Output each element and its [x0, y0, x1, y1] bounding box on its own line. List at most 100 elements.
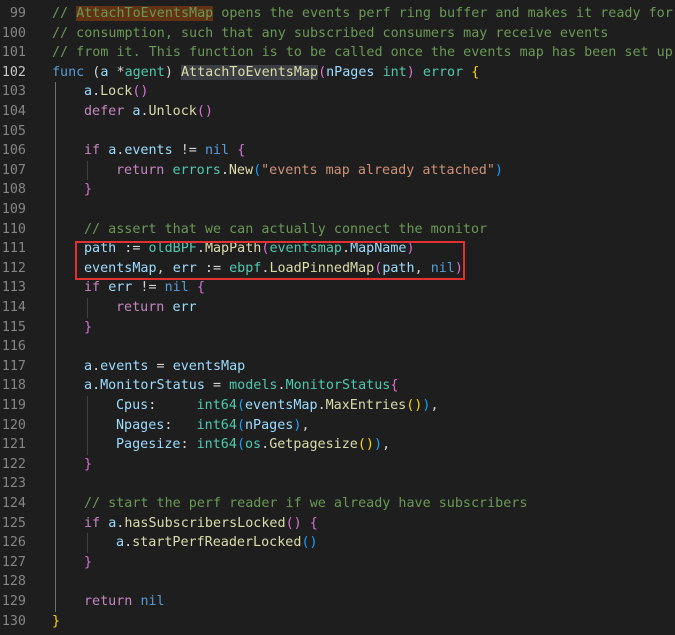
code-token: , — [382, 437, 391, 453]
code-token: } — [84, 182, 93, 198]
code-text: // from it. This function is to be calle… — [52, 43, 675, 63]
line-number: 113 — [1, 280, 26, 296]
code-token: Npages — [116, 417, 165, 433]
code-line[interactable]: 113 if err != nil { — [0, 278, 675, 298]
code-text: return errors.New("events map already at… — [116, 161, 503, 181]
code-line[interactable]: 123 — [0, 474, 675, 494]
line-number: 123 — [1, 476, 26, 492]
code-line[interactable]: 111 path := oldBPF.MapPath(eventsmap.MapN… — [0, 239, 675, 259]
line-number: 122 — [1, 456, 26, 472]
code-line[interactable]: 108} — [0, 180, 675, 200]
code-line[interactable]: 117 a.events = eventsMap — [0, 357, 675, 377]
code-token: () — [196, 104, 213, 119]
line-number: 107 — [1, 162, 26, 178]
code-token: ( — [84, 64, 101, 80]
code-line[interactable]: 101 // from it. This function is to be ca… — [0, 43, 675, 63]
code-line[interactable]: 109 — [0, 200, 675, 220]
code-token: } — [52, 613, 61, 629]
code-token: . — [277, 378, 286, 394]
code-token: if — [84, 143, 101, 159]
code-token: MonitorStatus — [100, 378, 205, 394]
code-token: ) — [406, 64, 423, 80]
line-number: 108 — [1, 182, 26, 198]
line-number: 129 — [1, 594, 26, 609]
code-text: if a.hasSubscribersLocked() { — [84, 514, 318, 534]
code-line[interactable]: 102 func (a *agent) AttachToEventsMap(nPa… — [0, 63, 675, 83]
code-line[interactable]: 116 — [0, 337, 675, 357]
code-token: MapPath — [204, 241, 262, 257]
code-token: ( — [236, 417, 245, 433]
code-token: () — [301, 535, 318, 551]
line-number: 111 — [1, 241, 26, 257]
code-line[interactable]: 103 a.Lock() — [0, 82, 675, 102]
code-token: } — [84, 319, 93, 335]
code-token: := — [196, 260, 230, 276]
line-number: 117 — [1, 358, 26, 374]
code-line[interactable]: 115} — [0, 318, 675, 338]
code-line[interactable]: 119 Cpus: int64(eventsMap.MaxEntries()), — [0, 396, 675, 416]
code-line[interactable]: 121 Pagesize: int64(os.Getpagesize()), — [0, 435, 675, 455]
code-token: Lock — [100, 84, 133, 100]
code-line[interactable]: 110 // assert that we can actually connec… — [0, 220, 675, 240]
code-token: startPerfReaderLocked — [132, 535, 302, 551]
code-text: Pagesize: int64(os.Getpagesize()), — [116, 435, 390, 455]
code-token: ebpf — [229, 260, 262, 276]
code-token: () — [357, 437, 374, 453]
code-token: events — [124, 143, 173, 159]
code-token: ( — [253, 162, 262, 178]
code-line[interactable]: 122} — [0, 455, 675, 475]
code-line[interactable]: 125 if a.hasSubscribersLocked() { — [0, 514, 675, 534]
code-line[interactable]: 105 — [0, 122, 675, 142]
code-line[interactable]: 128 — [0, 572, 675, 592]
line-number: 99 — [9, 6, 26, 21]
code-token: a — [84, 378, 93, 394]
code-token: // — [52, 6, 77, 21]
code-token: () — [132, 84, 149, 100]
line-number: 126 — [1, 535, 26, 551]
code-text: func (a *agent) AttachToEventsMap(nPages… — [52, 63, 479, 83]
code-line[interactable]: 112 eventsMap, err := ebpf.LoadPinnedMap(… — [0, 259, 675, 279]
code-token: error — [422, 64, 464, 80]
code-text: Npages: int64(nPages), — [116, 416, 310, 436]
code-token: . — [220, 162, 229, 178]
code-text: return err — [116, 298, 197, 318]
code-token: . — [124, 535, 133, 551]
code-token: . — [317, 398, 326, 413]
code-line[interactable]: 100 // consumption, such that any subscri… — [0, 24, 675, 44]
code-line[interactable]: 107 return errors.New("events map already… — [0, 161, 675, 181]
code-editor[interactable]: 99 // AttachToEventsMap opens the events … — [0, 0, 675, 635]
code-token: int64 — [196, 398, 237, 413]
code-token: models — [229, 378, 278, 394]
code-token: err — [108, 280, 133, 296]
code-line[interactable]: 120 Npages: int64(nPages), — [0, 416, 675, 436]
code-token: != — [172, 143, 205, 159]
code-token: // start the perf reader if we already h… — [84, 496, 528, 511]
code-token: a — [84, 84, 93, 100]
code-text: if err != nil { — [84, 278, 205, 298]
code-line[interactable]: 104 defer a.Unlock() — [0, 102, 675, 122]
code-line[interactable]: 126 a.startPerfReaderLocked() — [0, 533, 675, 553]
code-line[interactable]: 114 return err — [0, 298, 675, 318]
code-token: eventsMap — [245, 398, 318, 413]
code-token: . — [342, 241, 351, 257]
code-token: ( — [236, 437, 245, 453]
code-line[interactable]: 124 // start the perf reader if we alread… — [0, 494, 675, 514]
code-line[interactable]: 129 return nil — [0, 592, 675, 612]
code-token: errors — [172, 162, 221, 178]
code-line[interactable]: 127} — [0, 553, 675, 573]
code-token: AttachToEventsMap — [76, 6, 214, 21]
line-number: 104 — [1, 104, 26, 119]
code-token: oldBPF — [148, 241, 197, 257]
code-line[interactable]: 99 // AttachToEventsMap opens the events … — [0, 4, 675, 24]
code-token: () — [285, 515, 302, 531]
code-line[interactable]: 130} — [0, 612, 675, 632]
code-token: // from it. This function is to be calle… — [52, 45, 675, 61]
code-token: () — [406, 398, 423, 413]
code-token: nPages — [245, 417, 294, 433]
code-line[interactable]: 118 a.MonitorStatus = models.MonitorStatu… — [0, 376, 675, 396]
code-token: MapName — [350, 241, 407, 257]
code-token: if — [84, 515, 101, 531]
code-line[interactable]: 106 if a.events != nil { — [0, 141, 675, 161]
